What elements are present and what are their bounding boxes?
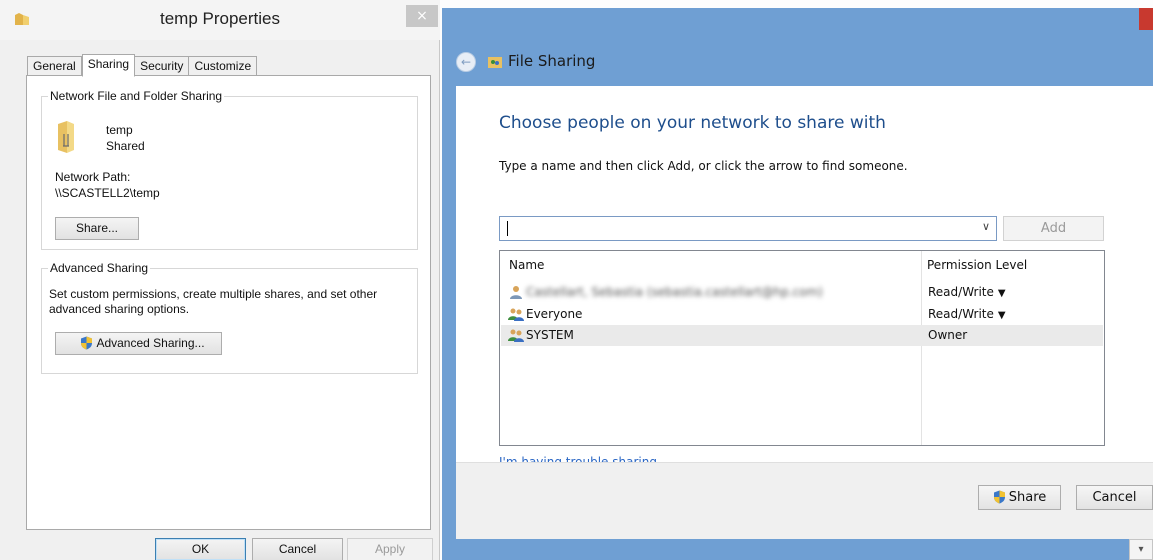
- network-path-value: \\SCASTELL2\temp: [55, 186, 160, 200]
- group-icon: [508, 329, 524, 342]
- permission-level: Read/Write: [928, 285, 994, 299]
- share-button[interactable]: Share...: [55, 217, 139, 240]
- advanced-sharing-button-label: Advanced Sharing...: [96, 336, 205, 350]
- advanced-sharing-description-2: advanced sharing options.: [49, 302, 190, 316]
- list-item[interactable]: Castellart, Sebastia (sebastia.castellar…: [501, 282, 1103, 303]
- folder-name: temp: [106, 123, 133, 137]
- file-sharing-title: File Sharing: [508, 52, 596, 70]
- text-caret: [507, 221, 508, 236]
- chevron-down-icon[interactable]: ∨: [982, 220, 990, 233]
- advanced-sharing-legend: Advanced Sharing: [48, 261, 151, 275]
- network-sharing-group: Network File and Folder Sharing temp Sha…: [41, 89, 418, 250]
- permission-level: Read/Write: [928, 307, 994, 321]
- file-sharing-cancel-button[interactable]: Cancel: [1076, 485, 1153, 510]
- tab-customize[interactable]: Customize: [189, 56, 258, 77]
- share-instruction: Type a name and then click Add, or click…: [499, 159, 908, 173]
- person-name: SYSTEM: [526, 328, 574, 342]
- column-separator: [921, 251, 922, 445]
- tab-general[interactable]: General: [27, 56, 82, 77]
- file-sharing-close-button[interactable]: [1139, 8, 1153, 30]
- triangle-down-icon: ▼: [997, 288, 1006, 299]
- properties-close-button[interactable]: ×: [406, 5, 438, 27]
- permission-dropdown[interactable]: Read/Write ▼: [928, 285, 1006, 299]
- properties-tabs: General Sharing Security Customize: [27, 54, 258, 77]
- column-header-permission[interactable]: Permission Level: [927, 258, 1027, 272]
- sharing-tab-panel: Network File and Folder Sharing temp Sha…: [26, 75, 431, 530]
- share-confirm-label: Share: [1008, 490, 1047, 505]
- triangle-down-icon: ▼: [997, 310, 1006, 321]
- properties-title: temp Properties: [160, 9, 280, 28]
- apply-button[interactable]: Apply: [347, 538, 433, 560]
- people-list: Name Permission Level Castellart, Sebast…: [499, 250, 1105, 446]
- user-icon: [510, 286, 522, 299]
- properties-titlebar[interactable]: temp Properties ×: [0, 0, 440, 40]
- network-sharing-legend: Network File and Folder Sharing: [48, 89, 225, 103]
- permission-level: Owner: [928, 328, 968, 342]
- name-combobox[interactable]: ∨: [499, 216, 997, 241]
- advanced-sharing-button[interactable]: Advanced Sharing...: [55, 332, 222, 355]
- tab-sharing[interactable]: Sharing: [81, 54, 136, 77]
- window-bottom-edge: [442, 539, 1153, 560]
- network-path-label: Network Path:: [55, 170, 131, 184]
- person-name: Everyone: [526, 307, 583, 321]
- properties-dialog: temp Properties × General Sharing Securi…: [0, 0, 440, 560]
- list-item[interactable]: SYSTEM Owner: [501, 325, 1103, 346]
- file-sharing-footer: Share Cancel: [456, 462, 1153, 539]
- tab-security[interactable]: Security: [135, 56, 190, 77]
- column-header-name[interactable]: Name: [509, 258, 544, 272]
- folder-share-status: Shared: [106, 139, 145, 153]
- file-sharing-window: ← File Sharing Choose people on your net…: [442, 8, 1153, 560]
- list-item[interactable]: Everyone Read/Write ▼: [501, 304, 1103, 325]
- shared-folder-icon: [58, 121, 74, 153]
- file-sharing-icon: [488, 57, 502, 68]
- scroll-down-arrow-icon[interactable]: ▾: [1129, 539, 1153, 560]
- properties-cancel-button[interactable]: Cancel: [252, 538, 343, 560]
- add-button[interactable]: Add: [1003, 216, 1104, 241]
- group-icon: [508, 308, 524, 321]
- back-arrow-icon[interactable]: ←: [456, 52, 476, 72]
- share-heading: Choose people on your network to share w…: [499, 113, 886, 133]
- ok-button[interactable]: OK: [155, 538, 246, 560]
- person-name: Castellart, Sebastia (sebastia.castellar…: [526, 285, 823, 299]
- advanced-sharing-description-1: Set custom permissions, create multiple …: [49, 287, 378, 301]
- uac-shield-icon: [81, 336, 93, 350]
- uac-shield-icon: [993, 490, 1005, 504]
- advanced-sharing-group: Advanced Sharing Set custom permissions,…: [41, 261, 418, 374]
- share-confirm-button[interactable]: Share: [978, 485, 1061, 510]
- permission-dropdown[interactable]: Read/Write ▼: [928, 307, 1006, 321]
- screenshot-stage: temp Properties × General Sharing Securi…: [0, 0, 1153, 560]
